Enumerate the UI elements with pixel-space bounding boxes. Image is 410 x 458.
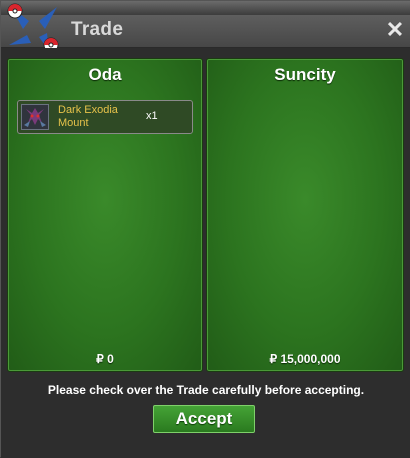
trade-window: Trade ✕ Oda Dark Exodia Mount x1 ₽ 0 Sun… (0, 0, 410, 458)
accept-button[interactable]: Accept (153, 405, 255, 433)
money-offer-right: ₽ 15,000,000 (269, 352, 341, 366)
trader-name-right: Suncity (274, 65, 336, 84)
item-quantity: x1 (146, 110, 158, 122)
mount-item-icon (21, 104, 49, 130)
trade-body: Oda Dark Exodia Mount x1 ₽ 0 Suncity ₽ 1… (1, 48, 410, 458)
offer-panel-left: Oda Dark Exodia Mount x1 ₽ 0 (7, 58, 203, 372)
offer-panel-right: Suncity ₽ 15,000,000 (206, 58, 404, 372)
item-name: Dark Exodia Mount (58, 104, 118, 129)
trade-notice: Please check over the Trade carefully be… (47, 383, 365, 397)
window-title: Trade (71, 19, 124, 40)
trade-item[interactable]: Dark Exodia Mount x1 (17, 100, 193, 134)
close-button[interactable]: ✕ (385, 19, 405, 41)
money-offer-left: ₽ 0 (96, 352, 114, 366)
trader-name-left: Oda (88, 65, 122, 84)
